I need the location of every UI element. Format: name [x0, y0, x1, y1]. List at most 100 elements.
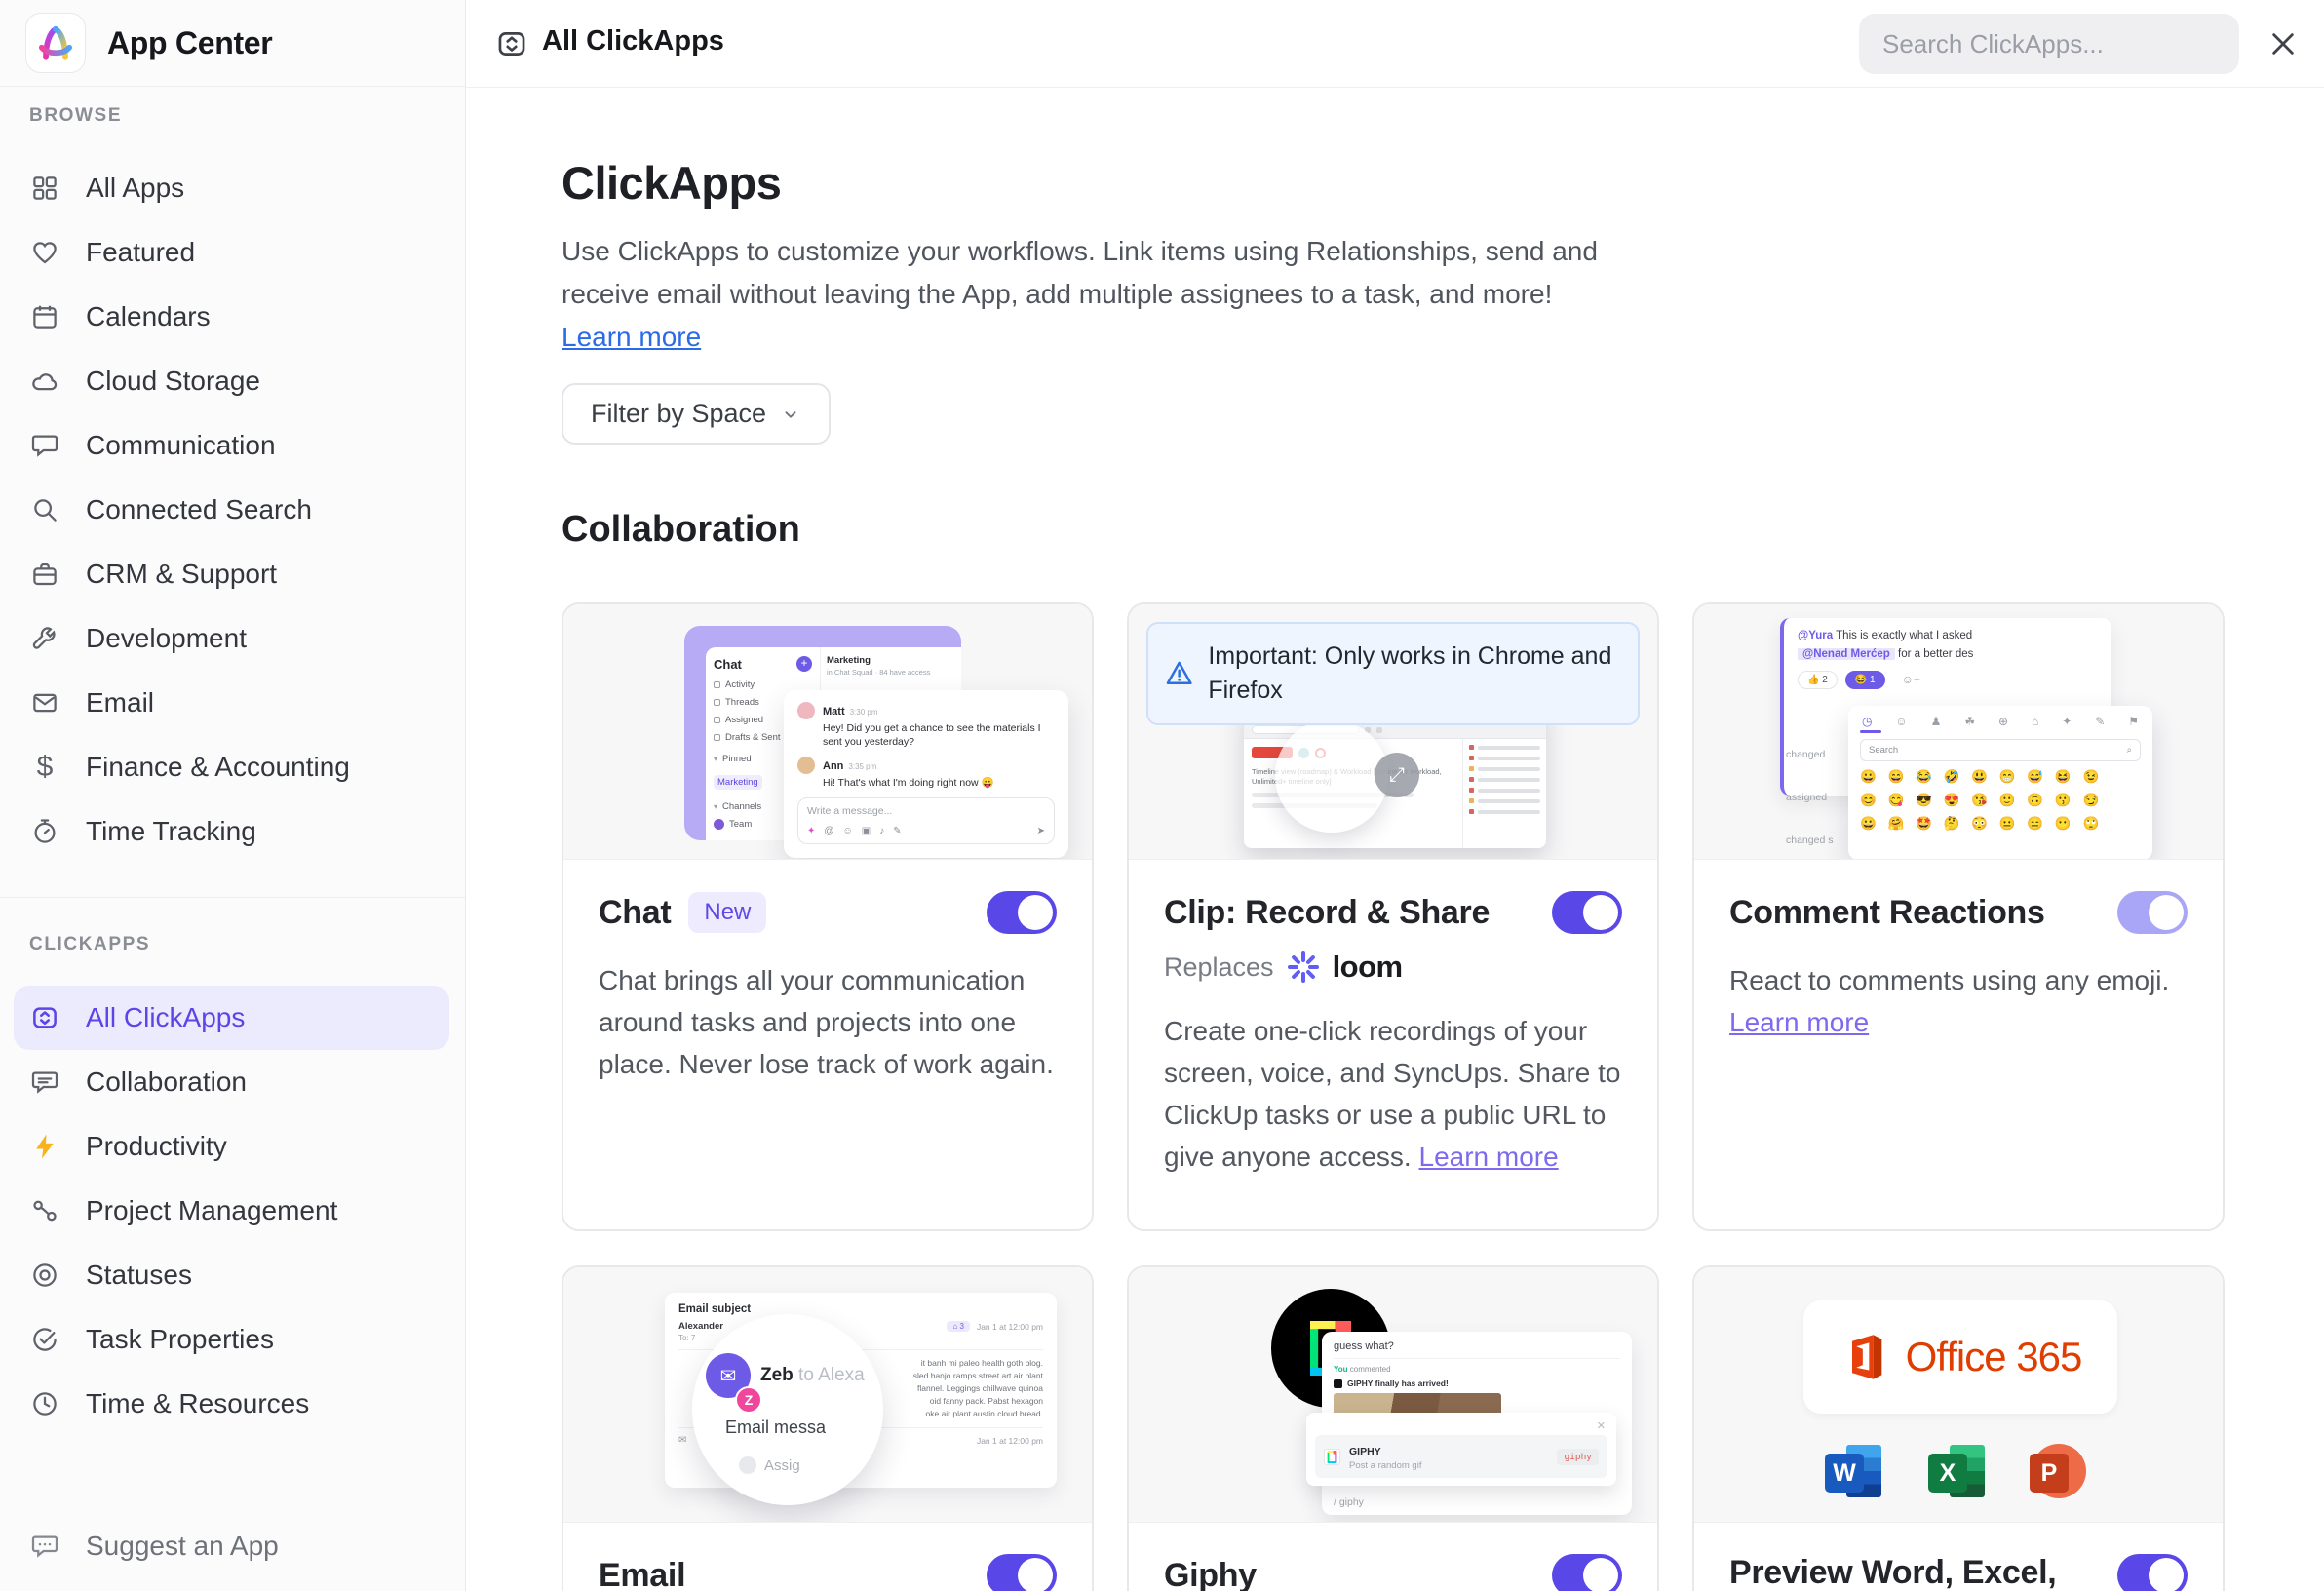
search-icon — [29, 494, 60, 525]
cloud-icon — [29, 366, 60, 397]
emoji-row: 😊 😋 😎 😍 😘 🙂 🙃 😗 😏 — [1860, 793, 2141, 808]
sidebar-item-all-apps[interactable]: All Apps — [0, 156, 465, 220]
grid-icon — [29, 173, 60, 204]
clickup-logo-icon — [35, 22, 76, 63]
chat-preview-image: Chat + Activity Threads Assigned Drafts … — [563, 604, 1092, 860]
reaction-chip-thumbsup: 👍 2 — [1798, 671, 1838, 689]
office-preview-image: Office 365 W X P — [1694, 1267, 2223, 1523]
reaction-chip-laugh: 😂 1 — [1845, 671, 1885, 689]
giphy-card: guess what? You commented GIPHY finally … — [1127, 1265, 1659, 1591]
sidebar-item-connected-search[interactable]: Connected Search — [0, 478, 465, 542]
sidebar-logo-row: App Center — [0, 0, 465, 87]
clip-toggle[interactable] — [1552, 891, 1622, 934]
chat-nav-item: Activity — [714, 679, 812, 690]
sidebar-item-calendars[interactable]: Calendars — [0, 285, 465, 349]
sidebar-item-collaboration[interactable]: Collaboration — [0, 1050, 465, 1114]
office-logo-icon — [1840, 1332, 1890, 1382]
search-input[interactable] — [1859, 14, 2239, 74]
chat-toggle[interactable] — [987, 891, 1057, 934]
page-title: All ClickApps — [542, 25, 724, 58]
replaces-label: Replaces — [1164, 952, 1274, 983]
clip-warning-text: Important: Only works in Chrome and Fire… — [1208, 640, 1630, 708]
check-circle-icon — [29, 1324, 60, 1355]
email-toggle[interactable] — [987, 1554, 1057, 1591]
giphy-toggle[interactable] — [1552, 1554, 1622, 1591]
activity-feed-text: assigned — [1786, 792, 1846, 803]
giphy-mini-icon — [1334, 1379, 1342, 1388]
app-title: App Center — [107, 25, 272, 61]
email-card: Email subject Alexander ⌂ 3 Jan 1 at 12:… — [562, 1265, 1094, 1591]
sidebar-item-finance-accounting[interactable]: $ Finance & Accounting — [0, 735, 465, 799]
envelope-icon — [29, 687, 60, 718]
sidebar-item-all-clickapps[interactable]: All ClickApps — [14, 986, 449, 1050]
sidebar-item-statuses[interactable]: Statuses — [0, 1243, 465, 1307]
sidebar-item-project-management[interactable]: Project Management — [0, 1179, 465, 1243]
filter-by-space-button[interactable]: Filter by Space — [562, 383, 831, 445]
suggest-an-app-button[interactable]: Suggest an App — [0, 1514, 465, 1578]
sidebar-item-label: Statuses — [86, 1260, 192, 1291]
chat-preview-composer: Write a message... ✦@☺▣♪✎➤ — [797, 797, 1055, 844]
sidebar-item-crm-support[interactable]: CRM & Support — [0, 542, 465, 606]
card-title-clip: Clip: Record & Share — [1164, 894, 1490, 932]
envelope-icon: ✉ — [678, 1435, 686, 1446]
giphy-command-code: giphy — [1557, 1449, 1599, 1465]
card-title-email: Email — [599, 1557, 685, 1591]
sidebar-item-development[interactable]: Development — [0, 606, 465, 671]
close-button[interactable] — [2266, 26, 2301, 61]
emoji-row: 😀 🤗 🤩 🤔 😳 😐 😑 😶 🙄 — [1860, 816, 2141, 832]
email-magnifier: ✉ Z Zeb to Alexa Email messa Assig — [692, 1314, 883, 1505]
powerpoint-icon: P — [2030, 1443, 2086, 1499]
comment-reactions-card: @Yura This is exactly what I asked @Nena… — [1692, 602, 2225, 1231]
clickapps-description: Use ClickApps to customize your workflow… — [562, 230, 1673, 316]
sidebar-item-time-tracking[interactable]: Time Tracking — [0, 799, 465, 864]
sidebar-item-label: Finance & Accounting — [86, 752, 350, 783]
giphy-command-icon — [1324, 1449, 1340, 1465]
sidebar-item-label: Connected Search — [86, 494, 312, 525]
suggest-an-app-label: Suggest an App — [86, 1531, 279, 1562]
clickapps-switcher-icon — [29, 1002, 60, 1033]
new-badge: New — [688, 892, 766, 933]
sidebar-item-label: All ClickApps — [86, 1002, 245, 1033]
dollar-icon: $ — [29, 752, 60, 783]
close-icon — [2267, 28, 2299, 59]
chain-links-icon — [29, 1195, 60, 1226]
sidebar-item-label: Cloud Storage — [86, 366, 260, 397]
intro-learn-more-link[interactable]: Learn more — [562, 322, 701, 353]
sidebar: App Center BROWSE All Apps Featured Cale… — [0, 0, 466, 1591]
chat-card: Chat + Activity Threads Assigned Drafts … — [562, 602, 1094, 1231]
sidebar-item-communication[interactable]: Communication — [0, 413, 465, 478]
stopwatch-icon — [29, 816, 60, 847]
office-preview-card: Office 365 W X P — [1692, 1265, 2225, 1591]
avatar — [797, 757, 815, 774]
header-bar: All ClickApps — [466, 0, 2324, 88]
activity-feed-text: changed s — [1786, 834, 1846, 846]
sidebar-item-label: Time Tracking — [86, 816, 256, 847]
comment-reactions-toggle[interactable] — [2117, 891, 2188, 934]
office-preview-toggle[interactable] — [2117, 1554, 2188, 1591]
calendar-icon — [29, 301, 60, 332]
sidebar-item-email[interactable]: Email — [0, 671, 465, 735]
avatar — [797, 702, 815, 719]
search-icon: ⌕ — [2127, 745, 2132, 756]
close-icon: ✕ — [1315, 1419, 1607, 1432]
clip-learn-more-link[interactable]: Learn more — [1419, 1142, 1559, 1172]
sidebar-item-task-properties[interactable]: Task Properties — [0, 1307, 465, 1372]
sidebar-item-cloud-storage[interactable]: Cloud Storage — [0, 349, 465, 413]
sidebar-item-label: Calendars — [86, 301, 211, 332]
avatar: Z — [735, 1386, 762, 1414]
giphy-slash-command: / giphy — [1334, 1496, 1364, 1508]
browse-nav: All Apps Featured Calendars Cloud Storag… — [0, 156, 465, 864]
email-preview-image: Email subject Alexander ⌂ 3 Jan 1 at 12:… — [563, 1267, 1092, 1523]
sidebar-item-productivity[interactable]: Productivity — [0, 1114, 465, 1179]
comment-lines-icon — [29, 1067, 60, 1098]
collaboration-section-title: Collaboration — [562, 509, 800, 551]
reactions-learn-more-link[interactable]: Learn more — [1729, 1007, 1869, 1037]
clock-icon — [29, 1388, 60, 1419]
sidebar-item-time-resources[interactable]: Time & Resources — [0, 1372, 465, 1436]
office-app-icons: W X P — [1694, 1443, 2223, 1499]
filter-by-space-label: Filter by Space — [591, 399, 766, 429]
sidebar-item-label: Task Properties — [86, 1324, 274, 1355]
sidebar-item-featured[interactable]: Featured — [0, 220, 465, 285]
all-clickapps-header-icon — [495, 27, 528, 65]
clip-preview-image: Important: Only works in Chrome and Fire… — [1129, 604, 1657, 860]
